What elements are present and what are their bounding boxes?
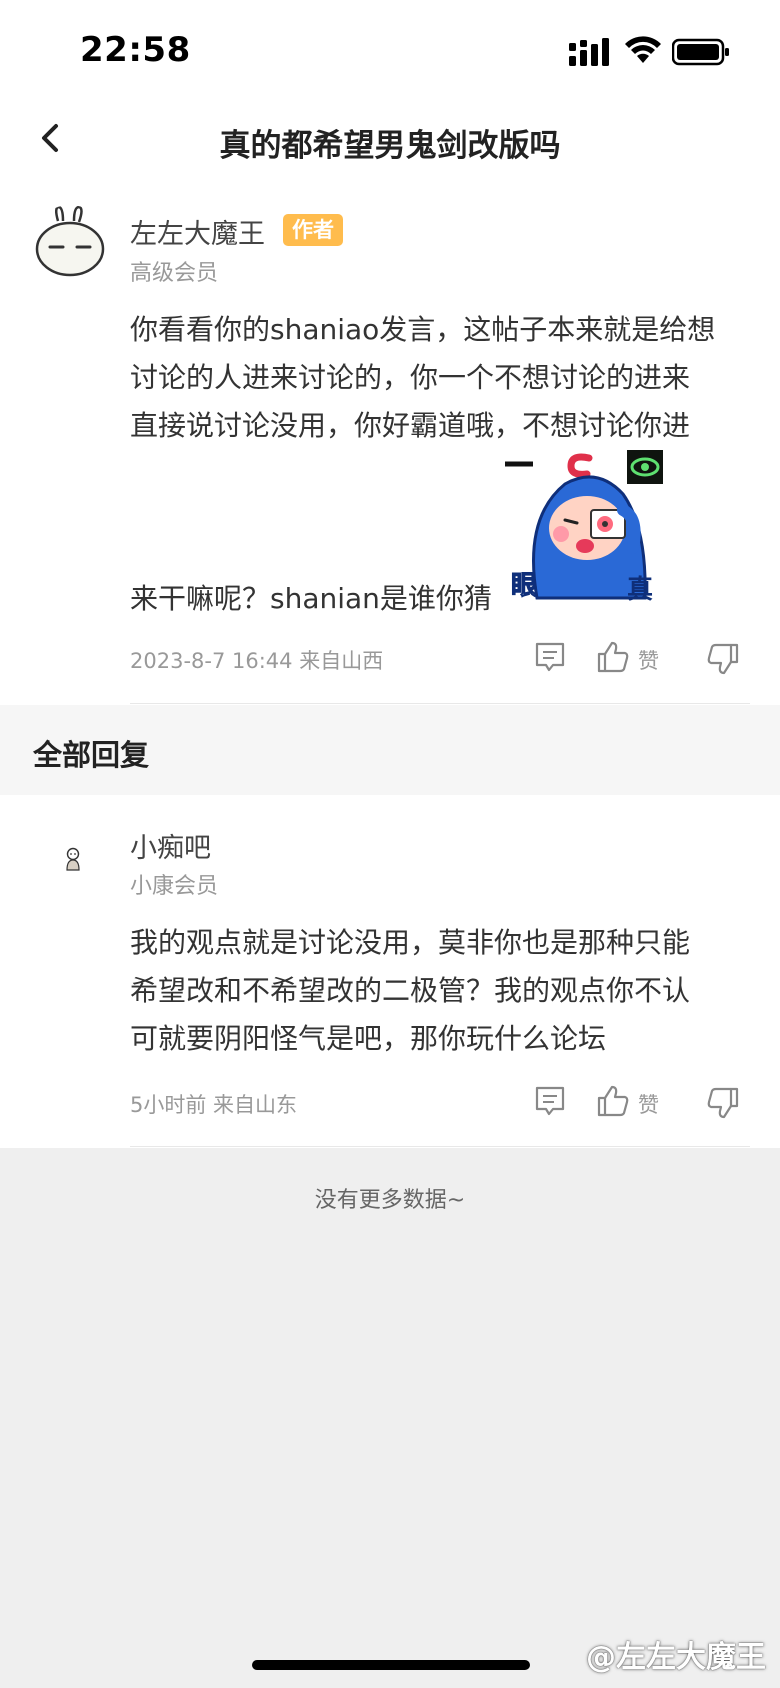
reply-text-line: 希望改和不希望改的二极管？我的观点你不认 <box>130 974 691 1007</box>
section-header: 全部回复 <box>0 705 780 795</box>
comment-icon[interactable] <box>533 1084 567 1118</box>
reply-text-line: 我的观点就是讨论没用，莫非你也是那种只能 <box>130 926 691 959</box>
author-avatar[interactable] <box>32 205 108 281</box>
page-title: 真的都希望男鬼剑改版吗 <box>219 128 561 164</box>
cellular-signal-icon <box>569 38 609 66</box>
thumbs-down-icon[interactable] <box>706 642 740 676</box>
sticker-left-text: 眼 <box>511 571 537 601</box>
comment-icon[interactable] <box>533 640 567 674</box>
like-label[interactable]: 赞 <box>638 1089 659 1119</box>
like-label[interactable]: 赞 <box>638 645 659 675</box>
sticker-image: 眼 真 <box>505 448 665 608</box>
status-time: 22:58 <box>80 30 191 70</box>
reply-text-line: 可就要阴阳怪气是吧，那你玩什么论坛 <box>130 1022 607 1055</box>
watermark: @左左大魔王 <box>586 1640 766 1675</box>
reply-author-name[interactable]: 小痴吧 <box>130 826 211 865</box>
navigation-bar: 真的都希望男鬼剑改版吗 <box>0 100 780 180</box>
home-indicator[interactable] <box>252 1660 530 1670</box>
author-level: 高级会员 <box>130 261 219 286</box>
post-meta: 2023-8-7 16:44 来自山西 <box>130 649 384 673</box>
author-name[interactable]: 左左大魔王 <box>130 212 265 251</box>
post-text-line: 直接说讨论没用，你好霸道哦，不想讨论你进 <box>130 409 691 442</box>
section-title: 全部回复 <box>33 738 150 772</box>
sticker-right-text: 真 <box>627 575 653 605</box>
status-bar: 22:58 <box>0 0 780 100</box>
eye-sticker-icon: 眼 真 <box>505 450 663 605</box>
author-badge: 作者 <box>283 214 343 246</box>
reply-meta: 5小时前 来自山东 <box>130 1093 298 1117</box>
divider <box>130 1146 750 1147</box>
no-more-data-text: 没有更多数据~ <box>314 1188 466 1213</box>
divider <box>130 703 750 704</box>
reply-avatar[interactable] <box>60 845 86 871</box>
rabbit-avatar-icon <box>35 205 105 277</box>
reply-author-level: 小康会员 <box>130 874 219 899</box>
thumbs-down-icon[interactable] <box>706 1086 740 1120</box>
wifi-icon <box>625 36 661 63</box>
post-text-line: 讨论的人进来讨论的，你一个不想讨论的进来 <box>130 361 691 394</box>
battery-icon <box>672 38 729 66</box>
thumbs-up-icon[interactable] <box>596 640 630 674</box>
post-text-line: 你看看你的shaniao发言，这帖子本来就是给想 <box>130 313 716 346</box>
thumbs-up-icon[interactable] <box>596 1084 630 1118</box>
